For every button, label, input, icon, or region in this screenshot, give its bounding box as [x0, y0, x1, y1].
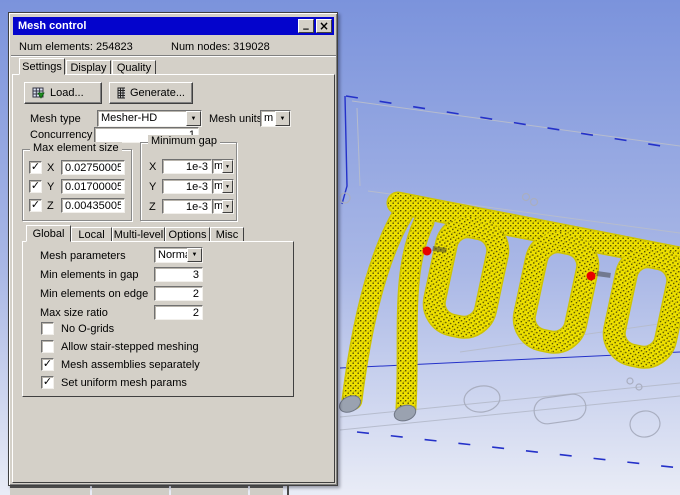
- settings-tab-page: Load... Generate... Mesh type Mesher-HD …: [12, 74, 335, 483]
- minimum-gap-group: Minimum gap X m ▼ Y m ▼ Z m ▼: [140, 142, 237, 221]
- mesh-units-label: Mesh units: [209, 113, 262, 125]
- axis-label: Y: [47, 181, 54, 193]
- chevron-down-icon[interactable]: ▼: [186, 111, 201, 126]
- min-gap-y-input[interactable]: [162, 179, 212, 194]
- min-gap-x-input[interactable]: [162, 159, 212, 174]
- panel-divider: [287, 486, 289, 495]
- axis-label: Z: [149, 201, 156, 213]
- num-nodes-value: 319028: [233, 41, 270, 53]
- min-gap-z-input[interactable]: [162, 199, 212, 214]
- no-o-grids-checkbox[interactable]: [41, 322, 54, 335]
- allow-stair-stepped-checkbox[interactable]: [41, 340, 54, 353]
- panel-segment: [171, 486, 248, 495]
- min-gap-z-unit-dropdown[interactable]: m ▼: [212, 199, 234, 214]
- axis-label: Z: [47, 200, 54, 212]
- max-element-size-legend: Max element size: [30, 142, 122, 154]
- subtab-multi-level[interactable]: Multi-level: [112, 227, 165, 242]
- chevron-down-icon[interactable]: ▼: [275, 111, 290, 126]
- panel-segment: [92, 486, 169, 495]
- num-elements-label: Num elements:: [19, 41, 93, 53]
- mesh-parameters-label: Mesh parameters: [40, 250, 126, 262]
- mesh-control-dialog: Mesh control ▁ × Num elements: 254823 Nu…: [8, 12, 338, 486]
- axis-label: Y: [149, 181, 156, 193]
- mesh-units-dropdown[interactable]: m ▼: [260, 110, 291, 127]
- mesh-parameters-dropdown[interactable]: Normal ▼: [154, 247, 203, 263]
- axis-label: X: [47, 162, 54, 174]
- subtab-options[interactable]: Options: [165, 227, 210, 242]
- load-button[interactable]: Load...: [24, 82, 102, 104]
- global-tab-page: Mesh parameters Normal ▼ Min elements in…: [22, 241, 294, 397]
- application-window: Mesh control ▁ × Num elements: 254823 Nu…: [0, 0, 680, 495]
- dialog-title: Mesh control: [15, 20, 296, 32]
- max-element-size-group: Max element size ✓ X ✓ Y ✓ Z: [22, 149, 132, 221]
- load-icon: [32, 87, 45, 99]
- mesh-assemblies-label: Mesh assemblies separately: [61, 359, 200, 371]
- probe-point: [587, 272, 596, 281]
- max-size-x-input[interactable]: [61, 160, 125, 175]
- min-elements-on-edge-input[interactable]: [154, 286, 203, 301]
- divider: [11, 55, 336, 57]
- allow-stair-stepped-label: Allow stair-stepped meshing: [61, 341, 199, 353]
- chevron-down-icon[interactable]: ▼: [187, 248, 202, 262]
- panel-segment: [10, 486, 90, 495]
- subtab-global[interactable]: Global: [26, 225, 71, 242]
- axis-label: X: [149, 161, 156, 173]
- generate-icon: [117, 87, 125, 99]
- min-elements-on-edge-label: Min elements on edge: [40, 288, 148, 300]
- max-size-ratio-input[interactable]: [154, 305, 203, 320]
- generate-button[interactable]: Generate...: [109, 82, 193, 104]
- minimum-gap-legend: Minimum gap: [148, 135, 220, 147]
- tab-quality[interactable]: Quality: [112, 60, 156, 75]
- max-size-z-checkbox[interactable]: ✓: [29, 199, 42, 212]
- chevron-down-icon[interactable]: ▼: [222, 200, 233, 213]
- uniform-mesh-params-label: Set uniform mesh params: [61, 377, 187, 389]
- mesh-type-label: Mesh type: [30, 113, 81, 125]
- chevron-down-icon[interactable]: ▼: [222, 160, 233, 173]
- mesh-units-value: m: [261, 111, 275, 126]
- max-size-ratio-label: Max size ratio: [40, 307, 108, 319]
- uniform-mesh-params-checkbox[interactable]: ✓: [41, 376, 54, 389]
- max-size-z-input[interactable]: [61, 198, 125, 213]
- max-size-x-checkbox[interactable]: ✓: [29, 161, 42, 174]
- dialog-titlebar[interactable]: Mesh control ▁ ×: [13, 17, 334, 35]
- panel-segment: [250, 486, 283, 495]
- chevron-down-icon[interactable]: ▼: [222, 180, 233, 193]
- max-size-y-input[interactable]: [61, 179, 125, 194]
- bottom-panel-edge: [0, 486, 680, 495]
- tab-display[interactable]: Display: [66, 60, 111, 75]
- num-elements-value: 254823: [96, 41, 133, 53]
- probe-point: [423, 247, 432, 256]
- subtab-misc[interactable]: Misc: [210, 227, 244, 242]
- subtab-local[interactable]: Local: [71, 227, 112, 242]
- mesh-type-value: Mesher-HD: [98, 111, 186, 126]
- concurrency-label: Concurrency: [30, 129, 92, 141]
- max-size-y-checkbox[interactable]: ✓: [29, 180, 42, 193]
- mesh-assemblies-checkbox[interactable]: ✓: [41, 358, 54, 371]
- min-gap-x-unit-dropdown[interactable]: m ▼: [212, 159, 234, 174]
- tab-settings[interactable]: Settings: [19, 58, 65, 75]
- min-elements-in-gap-label: Min elements in gap: [40, 269, 138, 281]
- min-elements-in-gap-input[interactable]: [154, 267, 203, 282]
- close-icon[interactable]: ×: [316, 19, 332, 33]
- no-o-grids-label: No O-grids: [61, 323, 114, 335]
- min-gap-y-unit-dropdown[interactable]: m ▼: [212, 179, 234, 194]
- num-nodes-label: Num nodes:: [171, 41, 230, 53]
- mesh-parameters-value: Normal: [155, 248, 187, 262]
- minimize-icon[interactable]: ▁: [298, 19, 314, 33]
- mesh-type-dropdown[interactable]: Mesher-HD ▼: [97, 110, 202, 127]
